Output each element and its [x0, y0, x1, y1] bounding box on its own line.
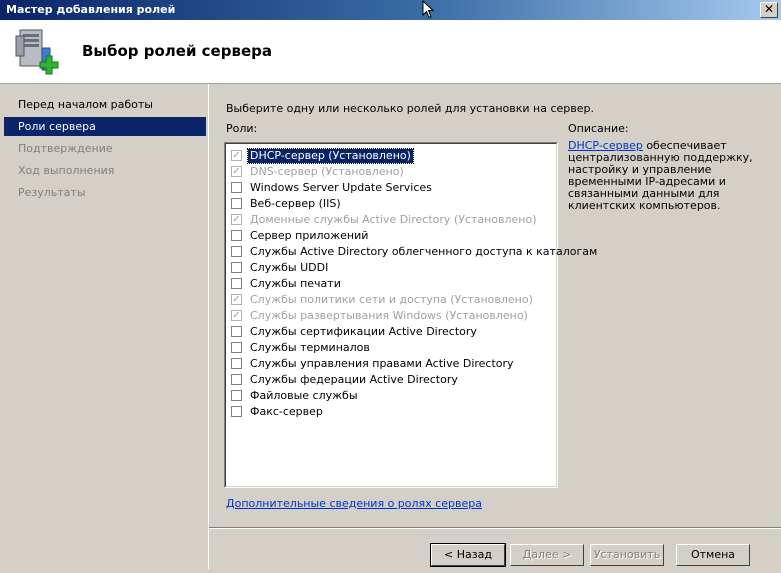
nav-item-server-roles[interactable]: Роли сервера [4, 117, 206, 136]
main-content: Выберите одну или несколько ролей для ус… [209, 84, 781, 569]
role-label: Службы терминалов [250, 341, 370, 354]
role-checkbox[interactable] [231, 198, 242, 209]
button-separator [209, 527, 781, 529]
role-label: DNS-сервер (Установлено) [250, 165, 404, 178]
roles-list[interactable]: ✓ DHCP-сервер (Установлено) ✓ DNS-сервер (У… [224, 142, 597, 488]
role-checkbox[interactable] [231, 390, 242, 401]
role-checkbox[interactable] [231, 374, 242, 385]
role-checkbox[interactable] [231, 342, 242, 353]
role-label: Службы сертификации Active Directory [250, 325, 477, 338]
wizard-nav: Перед началом работы Роли сервера Подтве… [4, 84, 209, 569]
role-checkbox: ✓ [231, 166, 242, 177]
title-bar[interactable]: Мастер добавления ролей ✕ [0, 0, 781, 20]
nav-item-progress: Ход выполнения [18, 164, 115, 177]
role-label: Файловые службы [250, 389, 358, 402]
role-label: Службы управления правами Active Directo… [250, 357, 514, 370]
role-label: Службы UDDI [250, 261, 329, 274]
role-label: Веб-сервер (IIS) [250, 197, 341, 210]
role-label: Службы Active Directory облегченного дос… [250, 245, 598, 258]
more-info-link[interactable]: Дополнительные сведения о ролях сервера [226, 497, 482, 510]
role-checkbox: ✓ [231, 294, 242, 305]
back-button[interactable]: < Назад [430, 543, 506, 567]
role-checkbox: ✓ [231, 310, 242, 321]
wizard-window: Мастер добавления ролей ✕ Выбор ролей се… [0, 0, 781, 573]
role-checkbox[interactable] [231, 406, 242, 417]
description-text: DHCP-сервер обеспечивает централизованну… [568, 140, 768, 212]
role-checkbox[interactable] [231, 230, 242, 241]
role-label: Доменные службы Active Directory (Устано… [250, 213, 537, 226]
server-add-icon [15, 29, 59, 75]
role-checkbox[interactable] [231, 326, 242, 337]
role-checkbox: ✓ [231, 150, 242, 161]
nav-item-before-you-begin[interactable]: Перед началом работы [4, 95, 206, 114]
role-label: Службы печати [250, 277, 341, 290]
next-button: Далее > [510, 544, 584, 566]
role-label: Windows Server Update Services [250, 181, 432, 194]
role-label: Службы политики сети и доступа (Установл… [250, 293, 533, 306]
description-label: Описание: [568, 122, 629, 135]
role-checkbox[interactable] [231, 262, 242, 273]
role-label: Факс-сервер [250, 405, 323, 418]
role-label: Службы развертывания Windows (Установлен… [250, 309, 528, 322]
role-label: Сервер приложений [250, 229, 369, 242]
role-label: Службы федерации Active Directory [250, 373, 458, 386]
role-checkbox[interactable] [231, 246, 242, 257]
window-title: Мастер добавления ролей [6, 3, 176, 16]
cancel-button[interactable]: Отмена [676, 544, 750, 566]
role-checkbox[interactable] [231, 182, 242, 193]
mouse-cursor-icon [422, 0, 435, 19]
role-checkbox[interactable] [231, 358, 242, 369]
wizard-header: Выбор ролей сервера [0, 20, 781, 84]
instruction-text: Выберите одну или несколько ролей для ус… [226, 102, 594, 115]
role-checkbox: ✓ [231, 214, 242, 225]
role-label: DHCP-сервер (Установлено) [247, 148, 414, 164]
nav-item-results: Результаты [18, 186, 86, 199]
install-button: Установить [590, 544, 664, 566]
close-button[interactable]: ✕ [760, 2, 778, 18]
page-title: Выбор ролей сервера [82, 42, 272, 60]
nav-item-confirmation: Подтверждение [18, 142, 113, 155]
role-checkbox[interactable] [231, 278, 242, 289]
roles-label: Роли: [226, 122, 258, 135]
